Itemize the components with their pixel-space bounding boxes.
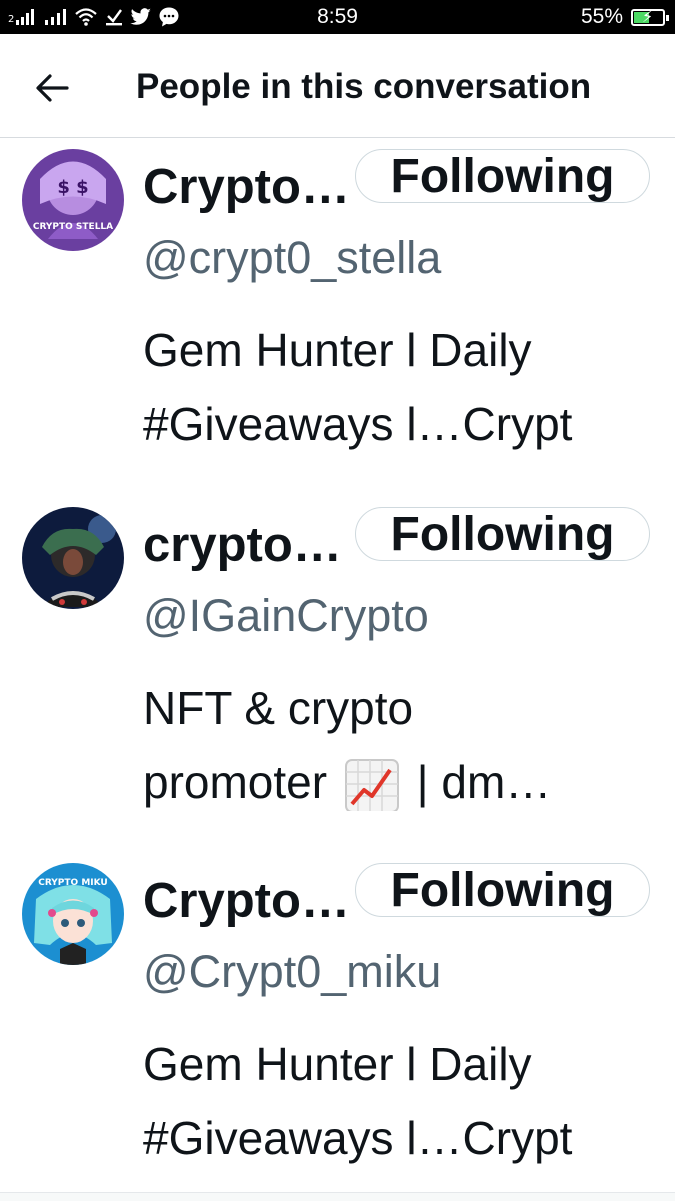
status-icons-right: 55% ⚡ [580, 5, 669, 29]
user-handle[interactable]: @IGainCrypto [143, 590, 429, 642]
status-bar: 2 8:59 55% ⚡ [0, 0, 675, 34]
chart-increasing-icon [344, 758, 399, 811]
user-name[interactable]: Crypto… [143, 159, 350, 215]
user-bio: NFT & crypto promoter | dm… [143, 671, 655, 811]
following-button[interactable]: Following [355, 863, 650, 917]
bio-text: promoter [143, 756, 328, 808]
back-button[interactable] [22, 60, 82, 116]
following-button[interactable]: Following [355, 507, 650, 561]
top-bar: People in this conversation [0, 34, 675, 138]
avatar[interactable]: CRYPTO MIKU [22, 863, 124, 965]
bio-line: #Giveaways l…Crypt [143, 1112, 573, 1164]
avatar-text: CRYPTO STELLA [33, 222, 113, 232]
user-bio: Gem Hunter l Daily #Giveaways l…Crypt [143, 1027, 655, 1167]
user-name[interactable]: Crypto… [143, 873, 350, 929]
status-time: 8:59 [317, 5, 358, 28]
bio-line: #Giveaways l…Crypt [143, 398, 573, 450]
list-item[interactable]: crypto… Following @IGainCrypto NFT & cry… [0, 495, 675, 835]
following-button[interactable]: Following [355, 149, 650, 203]
avatar[interactable] [22, 507, 124, 609]
user-name[interactable]: crypto… [143, 517, 342, 573]
avatar-symbol: $ $ [57, 177, 88, 198]
list-item[interactable]: $ $ CRYPTO STELLA Crypto… Following @cry… [0, 137, 675, 477]
bio-text: | dm… [416, 756, 552, 808]
bio-line: Gem Hunter l Daily [143, 324, 532, 376]
bio-line: Gem Hunter l Daily [143, 1038, 532, 1090]
page-title: People in this conversation [136, 67, 592, 106]
bio-line: promoter | dm… [143, 745, 655, 811]
charging-bolt-icon: ⚡ [642, 8, 654, 26]
arrow-left-icon [36, 74, 69, 102]
battery-percent: 55% [580, 5, 623, 28]
user-handle[interactable]: @Crypt0_miku [143, 946, 441, 998]
bio-line: NFT & crypto [143, 682, 414, 734]
list-item[interactable]: CRYPTO MIKU Crypto… Following @Crypt0_mi… [0, 851, 675, 1191]
avatar-text: CRYPTO MIKU [38, 878, 108, 888]
battery-icon: ⚡ [631, 8, 669, 26]
avatar[interactable]: $ $ CRYPTO STELLA [22, 149, 124, 251]
user-bio: Gem Hunter l Daily #Giveaways l…Crypt [143, 313, 655, 453]
user-handle[interactable]: @crypt0_stella [143, 232, 441, 284]
